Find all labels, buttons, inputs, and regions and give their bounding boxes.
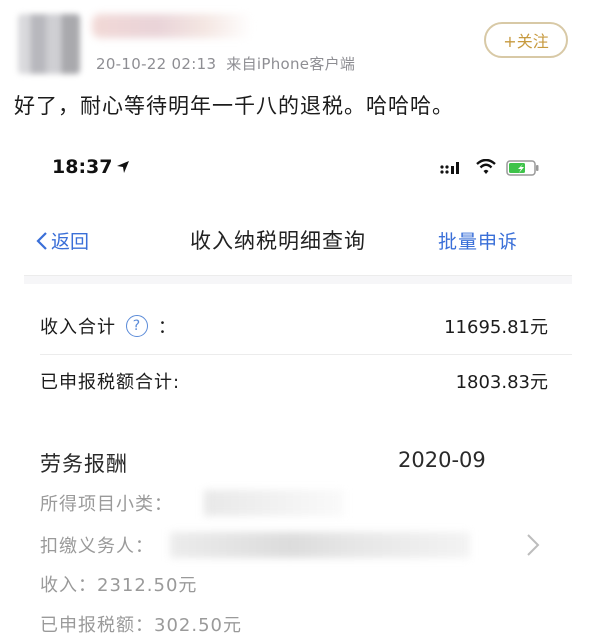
divider xyxy=(40,354,572,355)
batch-appeal-button[interactable]: 批量申诉 xyxy=(438,227,518,254)
avatar[interactable] xyxy=(18,14,80,74)
nav-bar: 返回 收入纳税明细查询 批量申诉 xyxy=(24,195,572,276)
follow-button[interactable]: +关注 xyxy=(484,22,568,58)
page-title: 收入纳税明细查询 xyxy=(190,229,366,253)
back-label: 返回 xyxy=(51,231,90,253)
back-button[interactable]: 返回 xyxy=(36,227,89,254)
record-income: 收入：2312.50元 xyxy=(40,575,198,596)
chevron-right-icon[interactable] xyxy=(526,532,540,558)
wifi-icon xyxy=(476,159,496,174)
post-source: 来自iPhone客户端 xyxy=(226,55,356,73)
record-withholder-label: 扣缴义务人： xyxy=(40,536,154,557)
category-value-blurred xyxy=(204,490,344,516)
status-time: 18:37 xyxy=(52,156,113,178)
username-blurred[interactable] xyxy=(92,14,252,38)
income-total-colon: ： xyxy=(158,317,177,338)
tax-total-value: 1803.83元 xyxy=(455,372,548,393)
post-text: 好了，耐心等待明年一千八的退税。哈哈哈。 xyxy=(14,94,454,118)
post-meta: 20-10-22 02:13 来自iPhone客户端 xyxy=(96,53,365,74)
post-time: 20-10-22 02:13 xyxy=(96,55,217,73)
signal-icon xyxy=(440,162,459,174)
income-total-row: 收入合计 ? ： 11695.81元 xyxy=(40,313,548,339)
location-arrow-icon xyxy=(117,161,129,173)
chevron-left-icon xyxy=(36,231,47,250)
income-total-label: 收入合计 xyxy=(40,317,116,338)
battery-icon xyxy=(506,160,539,176)
withholder-value-blurred xyxy=(170,532,470,558)
tax-total-label: 已申报税额合计: xyxy=(40,372,181,393)
record-date: 2020-09 xyxy=(398,448,486,472)
income-total-value: 11695.81元 xyxy=(444,317,548,338)
record-tax: 已申报税额：302.50元 xyxy=(40,615,242,636)
status-bar: 18:37 xyxy=(24,140,572,195)
tax-total-row: 已申报税额合计: 1803.83元 xyxy=(40,368,548,394)
record-category-label: 所得项目小类： xyxy=(40,494,173,515)
section-separator xyxy=(24,276,572,284)
embedded-screenshot[interactable]: 18:37 返回 收入纳税明细查询 批量申诉 收入合计 ? ： 11695.81… xyxy=(24,140,572,640)
help-icon[interactable]: ? xyxy=(126,315,148,337)
record-title: 劳务报酬 xyxy=(40,452,128,476)
